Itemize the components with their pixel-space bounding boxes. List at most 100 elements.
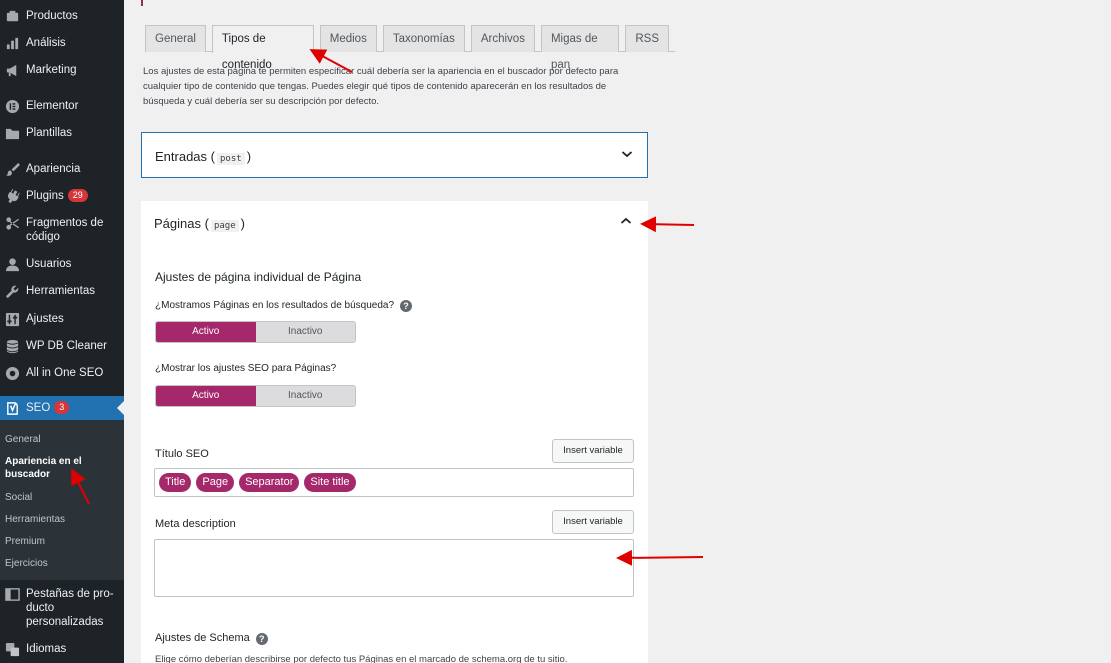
help-icon[interactable]: ? [400, 300, 413, 312]
submenu-item-general[interactable]: General [5, 433, 41, 446]
show-seo-settings-toggle[interactable]: Activo Inactivo [155, 385, 356, 407]
entradas-title: Entradas (post) [155, 149, 252, 165]
sidebar-item-plantillas[interactable]: Plantillas [0, 125, 124, 141]
seo-notification-badge: 3 [54, 401, 70, 414]
schema-description: Elige cómo deberían describirse por defe… [155, 654, 568, 663]
sidebar-item-pestanas-producto[interactable]: Pestañas de pro-ducto personalizadas [0, 586, 124, 629]
yoast-icon [4, 400, 20, 416]
sidebar-item-ajustes[interactable]: Ajustes [0, 311, 124, 327]
submenu-item-premium[interactable]: Premium [5, 535, 45, 548]
sidebar-item-label: Productos [26, 10, 78, 22]
toggle-off-option[interactable]: Inactivo [256, 322, 356, 342]
analytics-icon [4, 35, 20, 51]
sidebar-item-label: All in One SEO [26, 367, 104, 379]
seo-submenu: General Apariencia en el buscador Social… [0, 420, 124, 580]
sidebar-item-marketing[interactable]: Marketing [0, 62, 124, 78]
database-icon [4, 338, 20, 354]
seo-title-insert-variable-button[interactable]: Insert variable [552, 439, 634, 463]
products-icon [4, 8, 20, 24]
header-accent-bar [141, 0, 143, 6]
tab-migas-de-pan[interactable]: Migas de pan [540, 25, 620, 71]
tab-archivos[interactable]: Archivos [470, 25, 535, 52]
settings-icon [4, 311, 20, 327]
variable-pill[interactable]: Site title [304, 473, 356, 492]
arrow-to-chevron [640, 216, 695, 233]
sidebar-item-aioseo[interactable]: All in One SEO [0, 365, 124, 381]
sidebar-item-label: SEO 3 [26, 401, 70, 415]
chevron-down-icon[interactable] [621, 148, 633, 160]
post-type-slug: post [217, 153, 245, 165]
translate-icon [4, 641, 20, 657]
variable-pill[interactable]: Title [159, 473, 192, 492]
sidebar-item-analisis[interactable]: Análisis [0, 35, 124, 51]
show-in-search-toggle[interactable]: Activo Inactivo [155, 321, 356, 343]
sidebar-item-label: Pestañas de pro-ducto personalizadas [26, 588, 114, 628]
sidebar-item-fragmentos[interactable]: Fragmentos de código [0, 215, 124, 244]
entradas-collapsible[interactable]: Entradas (post) [141, 132, 648, 178]
sidebar-item-label: Ajustes [26, 313, 64, 325]
sidebar-item-label: Fragmentos de código [26, 217, 104, 243]
tab-tipos-contenido[interactable]: Tipos de contenido [211, 25, 314, 71]
sidebar-item-label: Herramientas [26, 285, 96, 297]
tabs-icon [4, 586, 20, 602]
current-menu-arrow [117, 401, 124, 415]
tab-rss[interactable]: RSS [625, 25, 669, 52]
paintbrush-icon [4, 161, 20, 177]
sidebar-item-label: Análisis [26, 37, 66, 49]
tab-general[interactable]: General [145, 25, 206, 52]
sidebar-item-apariencia[interactable]: Apariencia [0, 161, 124, 177]
sidebar-item-label: Usuarios [26, 258, 72, 270]
plugins-update-badge: 29 [67, 189, 88, 202]
meta-description-label: Meta description [155, 518, 236, 530]
paginas-collapsible: Páginas (page) Ajustes de página individ… [141, 201, 648, 663]
submenu-item-ejercicios[interactable]: Ejercicios [5, 557, 48, 570]
chevron-up-icon[interactable] [620, 215, 632, 227]
show-seo-settings-label: ¿Mostrar los ajustes SEO para Páginas? [155, 363, 337, 374]
show-in-search-label: ¿Mostramos Páginas en los resultados de … [155, 300, 413, 312]
variable-pill[interactable]: Page [196, 473, 235, 492]
toggle-on-option[interactable]: Activo [156, 322, 256, 342]
seo-title-input[interactable]: Title Page Separator Site title [154, 468, 634, 497]
toggle-off-option[interactable]: Inactivo [256, 386, 356, 406]
page-description: Los ajustes de esta página te permiten e… [143, 66, 619, 107]
help-icon[interactable]: ? [255, 633, 268, 645]
submenu-item-social[interactable]: Social [5, 491, 32, 504]
admin-sidebar: Productos Análisis Marketing Elementor P… [0, 0, 124, 663]
meta-description-input[interactable] [154, 539, 634, 597]
sidebar-item-seo[interactable]: SEO 3 [0, 396, 124, 420]
megaphone-icon [4, 62, 20, 78]
schema-settings-label: Ajustes de Schema? [155, 632, 268, 645]
user-icon [4, 256, 20, 272]
sidebar-item-label: WP DB Cleaner [26, 340, 107, 352]
sidebar-item-label: Idiomas [26, 643, 67, 655]
sidebar-item-herramientas[interactable]: Herramientas [0, 283, 124, 299]
submenu-item-apariencia-buscador[interactable]: Apariencia en el buscador [5, 455, 105, 481]
sidebar-item-idiomas[interactable]: Idiomas [0, 641, 124, 657]
aioseo-icon [4, 365, 20, 381]
section-heading: Ajustes de página individual de Página [155, 270, 362, 284]
settings-tabs: General Tipos de contenido Medios Taxono… [145, 25, 675, 71]
tab-taxonomias[interactable]: Taxonomías [382, 25, 465, 52]
scissors-icon [4, 215, 20, 231]
sidebar-item-label: Marketing [26, 64, 77, 76]
sidebar-item-label: Plantillas [26, 127, 73, 139]
meta-insert-variable-button[interactable]: Insert variable [552, 510, 634, 534]
tab-medios[interactable]: Medios [319, 25, 377, 52]
paginas-title: Páginas (page) [154, 216, 245, 232]
sidebar-item-usuarios[interactable]: Usuarios [0, 256, 124, 272]
sidebar-item-productos[interactable]: Productos [0, 8, 124, 24]
plugin-icon [4, 188, 20, 204]
elementor-icon [4, 98, 20, 114]
page-type-slug: page [210, 220, 239, 232]
sidebar-item-plugins[interactable]: Plugins 29 [0, 188, 124, 204]
sidebar-item-label: Elementor [26, 100, 79, 112]
submenu-item-herramientas[interactable]: Herramientas [5, 513, 65, 526]
sidebar-item-elementor[interactable]: Elementor [0, 98, 124, 114]
sidebar-item-label: Apariencia [26, 163, 81, 175]
sidebar-item-wp-db-cleaner[interactable]: WP DB Cleaner [0, 338, 124, 354]
folder-icon [4, 125, 20, 141]
toggle-on-option[interactable]: Activo [156, 386, 256, 406]
sidebar-item-label: Plugins 29 [26, 188, 88, 203]
wrench-icon [4, 283, 20, 299]
variable-pill[interactable]: Separator [239, 473, 300, 492]
